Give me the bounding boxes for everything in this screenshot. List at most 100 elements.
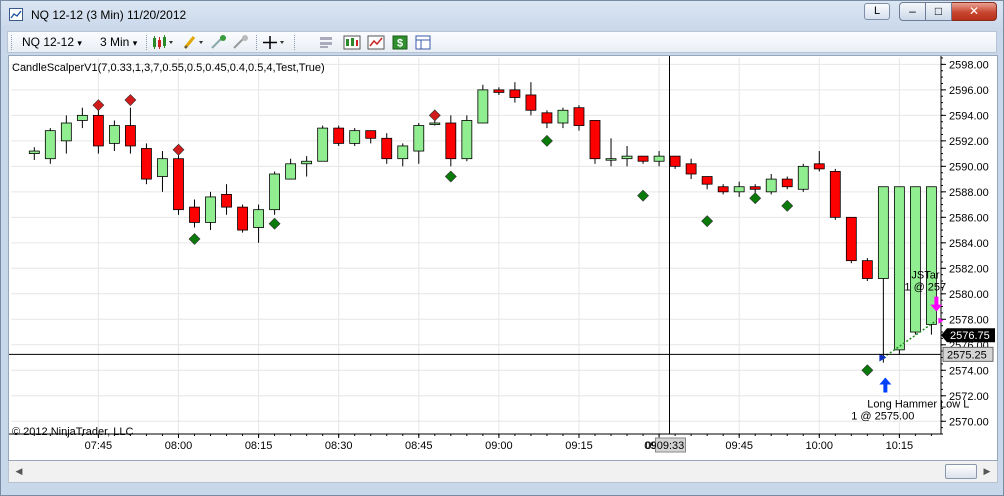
x-tick-label: 07:45	[85, 440, 113, 452]
candle[interactable]	[317, 127, 329, 162]
crosshair-icon[interactable]	[262, 34, 284, 51]
short-signal-marker[interactable]	[172, 143, 185, 156]
candle[interactable]	[765, 178, 777, 193]
y-tick-label: 2578.00	[949, 314, 989, 326]
candle[interactable]	[829, 171, 841, 218]
drawing-tool-icon[interactable]	[182, 34, 203, 51]
title-bar[interactable]: NQ 12-12 (3 Min) 11/20/2012 L – □ ✕	[1, 1, 1003, 29]
candle[interactable]	[509, 89, 521, 98]
candle[interactable]	[349, 130, 361, 144]
close-icon: ✕	[968, 4, 980, 18]
candle[interactable]	[285, 163, 297, 180]
candle[interactable]	[173, 158, 184, 211]
candle[interactable]	[28, 150, 40, 154]
candle[interactable]	[365, 130, 377, 139]
crosshair-time-label: 09:33	[657, 440, 685, 452]
candle[interactable]	[157, 158, 168, 177]
candle[interactable]	[861, 260, 873, 279]
candle[interactable]	[910, 186, 921, 333]
candle[interactable]	[253, 209, 264, 228]
long-signal-marker[interactable]	[541, 134, 553, 147]
short-signal-marker[interactable]	[428, 109, 441, 122]
candle[interactable]	[781, 178, 793, 188]
bar-type-icon[interactable]	[152, 34, 173, 51]
candle[interactable]	[333, 127, 345, 144]
short-signal-marker[interactable]	[92, 99, 105, 112]
candle[interactable]	[109, 125, 120, 144]
minimize-button[interactable]: –	[899, 2, 926, 21]
candle[interactable]	[749, 186, 761, 190]
scroll-thumb[interactable]	[945, 464, 977, 479]
long-signal-marker[interactable]	[444, 170, 457, 183]
scroll-right-icon[interactable]: ▶	[979, 464, 995, 479]
candle[interactable]	[397, 145, 409, 160]
entry-arrow-icon[interactable]	[879, 377, 892, 393]
period-selector[interactable]: 3 Min ▾	[100, 34, 137, 51]
x-tick-label: 08:00	[165, 440, 193, 452]
candle[interactable]	[493, 89, 505, 93]
show-drawing-icon[interactable]	[232, 34, 250, 51]
candle[interactable]	[813, 163, 825, 170]
candle[interactable]	[845, 216, 857, 262]
candle[interactable]	[381, 137, 393, 160]
candle[interactable]	[301, 160, 313, 165]
candle[interactable]	[237, 206, 248, 231]
candle[interactable]	[893, 186, 905, 351]
chart-panel[interactable]: 2570.00 2572.00 2574.00 2576.00 2578.00 2580.…	[8, 55, 998, 461]
candle[interactable]	[685, 163, 697, 175]
horizontal-scrollbar[interactable]: ◀ ▶	[8, 461, 998, 483]
maximize-icon: □	[934, 4, 943, 18]
candle[interactable]	[877, 186, 889, 279]
candle[interactable]	[669, 155, 681, 167]
candle[interactable]	[445, 122, 457, 160]
long-signal-marker[interactable]	[749, 192, 762, 205]
long-signal-marker[interactable]	[781, 199, 794, 212]
hide-drawing-icon[interactable]	[210, 34, 228, 51]
candle[interactable]	[44, 130, 56, 160]
candle[interactable]	[621, 155, 633, 160]
period-label: 3 Min	[100, 35, 130, 49]
candle[interactable]	[797, 165, 809, 190]
candle[interactable]	[92, 114, 104, 147]
close-button[interactable]: ✕	[952, 2, 997, 21]
instrument-selector[interactable]: NQ 12-12 ▾	[22, 34, 82, 51]
dollar-icon[interactable]: $	[391, 34, 409, 51]
candle[interactable]	[717, 186, 729, 193]
candle[interactable]	[461, 120, 473, 160]
candle[interactable]	[269, 173, 281, 211]
candle[interactable]	[141, 148, 152, 180]
entry-fill-label: 1 @ 2575.00	[851, 411, 914, 423]
short-signal-marker[interactable]	[124, 94, 137, 106]
long-signal-marker[interactable]	[861, 364, 874, 377]
price-chart[interactable]: 2570.002572.002574.002576.002578.002580.…	[9, 56, 997, 460]
toolbar-grip[interactable]	[11, 35, 13, 50]
scroll-left-icon[interactable]: ◀	[11, 464, 27, 479]
maximize-button[interactable]: □	[926, 2, 952, 21]
data-box-icon[interactable]	[414, 34, 432, 51]
candle[interactable]	[573, 107, 585, 126]
candle[interactable]	[60, 122, 72, 142]
properties-icon[interactable]	[343, 34, 361, 51]
candle[interactable]	[733, 186, 745, 193]
candle[interactable]	[589, 120, 601, 160]
candle[interactable]	[701, 176, 713, 185]
zoom-icon[interactable]	[318, 34, 336, 51]
indicators-icon[interactable]	[367, 34, 385, 51]
candle[interactable]	[413, 125, 425, 152]
candle[interactable]	[525, 94, 537, 111]
candle[interactable]	[557, 109, 569, 124]
candle[interactable]	[221, 193, 232, 208]
candle[interactable]	[605, 158, 617, 161]
candle[interactable]	[653, 155, 665, 162]
candle[interactable]	[541, 112, 553, 124]
candle[interactable]	[205, 196, 216, 223]
last-price-label: 2576.75	[950, 330, 990, 342]
candle[interactable]	[637, 155, 649, 162]
link-button[interactable]: L	[864, 3, 890, 20]
candle[interactable]	[477, 89, 489, 124]
candle[interactable]	[76, 114, 88, 121]
long-signal-marker[interactable]	[268, 217, 281, 230]
candle[interactable]	[429, 122, 441, 125]
candle[interactable]	[125, 125, 136, 147]
candle[interactable]	[189, 206, 200, 223]
